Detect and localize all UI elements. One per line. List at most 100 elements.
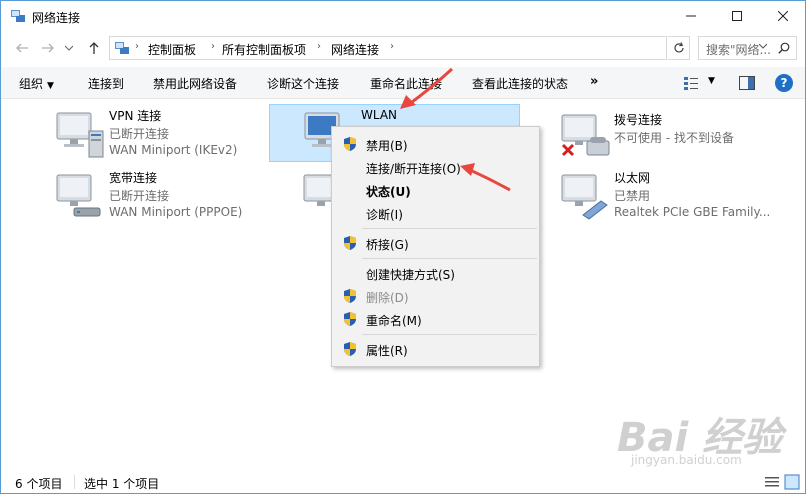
help-icon[interactable]: ? <box>775 74 793 92</box>
menu-item-diagnose[interactable]: 诊断(I) <box>332 202 539 224</box>
menu-separator <box>362 228 537 229</box>
back-arrow-icon <box>16 43 28 53</box>
connection-name: 拨号连接 <box>614 113 663 127</box>
large-icons-view-icon[interactable] <box>784 474 800 490</box>
refresh-icon <box>673 42 684 53</box>
menu-item-connect-disconnect[interactable]: 连接/断开连接(O) <box>332 156 539 178</box>
search-box[interactable]: 搜索"网络... <box>698 36 797 60</box>
connection-name: VPN 连接 <box>109 109 162 123</box>
caret-down-icon: ▼ <box>47 81 54 91</box>
breadcrumb-network-connections[interactable]: 网络连接 <box>331 41 379 58</box>
search-placeholder: 搜索"网络... <box>706 43 771 57</box>
disable-device-button[interactable]: 禁用此网络设备 <box>153 75 237 92</box>
change-view-icon[interactable] <box>683 75 699 91</box>
up-button[interactable] <box>85 39 103 57</box>
organize-menu[interactable]: 组织 ▼ <box>19 75 54 92</box>
connection-device: WAN Miniport (PPPOE) <box>109 205 243 219</box>
status-bar: 6 个项目 选中 1 个项目 <box>1 471 805 493</box>
diagnose-connection-button[interactable]: 诊断这个连接 <box>267 75 339 92</box>
broadband-connection-icon <box>56 174 101 217</box>
close-button[interactable] <box>760 1 806 31</box>
minimize-button[interactable] <box>668 1 714 31</box>
organize-label: 组织 <box>19 77 44 91</box>
baidu-watermark: Bai 经验 jingyan.baidu.com <box>617 405 782 475</box>
forward-button[interactable] <box>39 39 57 57</box>
up-arrow-icon <box>89 42 99 54</box>
details-view-icon[interactable] <box>764 474 780 490</box>
uac-shield-icon <box>344 289 356 303</box>
connection-item-ethernet[interactable]: 以太网 已禁用 Realtek PCIe GBE Family... <box>561 169 801 227</box>
rename-connection-button[interactable]: 重命名此连接 <box>370 75 442 92</box>
breadcrumb-separator-icon: › <box>135 41 139 52</box>
address-bar[interactable]: › 控制面板 › 所有控制面板项 › 网络连接 › <box>109 36 768 60</box>
connection-item-dialup[interactable]: 拨号连接 不可使用 - 找不到设备 <box>561 111 801 169</box>
network-connections-window: 网络连接 › 控制面板 › 所有控制面板项 › 网络连接 › 搜索"网络... … <box>0 0 806 494</box>
uac-shield-icon <box>344 236 356 250</box>
maximize-button[interactable] <box>714 1 760 31</box>
window-title: 网络连接 <box>32 11 81 25</box>
menu-item-properties[interactable]: 属性(R) <box>332 338 539 360</box>
menu-item-label: 禁用(B) <box>366 139 408 153</box>
control-panel-icon <box>115 42 129 54</box>
dialup-connection-icon <box>561 114 610 157</box>
menu-item-label: 重命名(M) <box>366 314 422 328</box>
connection-device: Realtek PCIe GBE Family... <box>614 205 771 219</box>
view-options-dropdown[interactable]: ▼ <box>708 76 715 86</box>
address-row: › 控制面板 › 所有控制面板项 › 网络连接 › 搜索"网络... <box>1 32 805 64</box>
uac-shield-icon <box>344 137 356 151</box>
forward-arrow-icon <box>42 43 54 53</box>
search-icon <box>778 42 790 54</box>
command-bar: 组织 ▼ 连接到 禁用此网络设备 诊断这个连接 重命名此连接 查看此连接的状态 »… <box>1 67 805 99</box>
uac-shield-icon <box>344 342 356 356</box>
menu-item-delete: 删除(D) <box>332 285 539 307</box>
uac-shield-icon <box>344 312 356 326</box>
menu-separator <box>362 334 537 335</box>
connect-to-button[interactable]: 连接到 <box>88 75 124 92</box>
refresh-button[interactable] <box>668 36 690 60</box>
ethernet-connection-icon <box>561 174 608 220</box>
connection-status: 已禁用 <box>614 189 651 203</box>
connection-name: 以太网 <box>614 171 651 185</box>
recent-locations-button[interactable] <box>63 39 75 57</box>
view-status-button[interactable]: 查看此连接的状态 <box>472 75 568 92</box>
menu-item-label: 诊断(I) <box>366 208 403 222</box>
connection-item-hidden[interactable] <box>303 169 339 227</box>
menu-item-bridge[interactable]: 桥接(G) <box>332 232 539 254</box>
menu-item-create-shortcut[interactable]: 创建快捷方式(S) <box>332 262 539 284</box>
menu-item-label: 创建快捷方式(S) <box>366 268 455 282</box>
preview-pane-icon[interactable] <box>739 75 755 91</box>
connection-status: 已断开连接 <box>109 127 170 141</box>
breadcrumb-separator-icon: › <box>390 41 394 52</box>
breadcrumb-all-items[interactable]: 所有控制面板项 <box>222 41 306 58</box>
breadcrumb-control-panel[interactable]: 控制面板 <box>148 41 196 58</box>
menu-item-label: 删除(D) <box>366 291 409 305</box>
connection-name: 宽带连接 <box>109 171 158 185</box>
title-bar: 网络连接 <box>1 1 805 31</box>
breadcrumb-separator-icon: › <box>317 41 321 52</box>
menu-separator <box>362 258 537 259</box>
menu-item-label: 桥接(G) <box>366 238 409 252</box>
selected-count: 选中 1 个项目 <box>84 477 160 491</box>
menu-item-rename[interactable]: 重命名(M) <box>332 308 539 330</box>
menu-item-label: 状态(U) <box>366 185 411 199</box>
connection-item-vpn[interactable]: VPN 连接 已断开连接 WAN Miniport (IKEv2) <box>56 107 296 165</box>
menu-item-disable[interactable]: 禁用(B) <box>332 133 539 155</box>
maximize-icon <box>732 11 742 21</box>
watermark-url: jingyan.baidu.com <box>631 453 742 467</box>
back-button[interactable] <box>13 39 31 57</box>
breadcrumb-separator-icon: › <box>211 41 215 52</box>
connection-item-broadband[interactable]: 宽带连接 已断开连接 WAN Miniport (PPPOE) <box>56 169 296 227</box>
connection-name: WLAN <box>361 108 398 122</box>
connection-device: WAN Miniport (IKEv2) <box>109 143 238 157</box>
menu-item-status[interactable]: 状态(U) <box>332 179 539 201</box>
connection-status: 不可使用 - 找不到设备 <box>614 131 734 145</box>
connection-status: 已断开连接 <box>109 189 170 203</box>
minimize-icon <box>686 15 696 17</box>
vpn-connection-icon <box>56 112 104 158</box>
more-commands-button[interactable]: » <box>590 74 598 89</box>
chevron-down-icon <box>65 45 73 51</box>
close-icon <box>778 11 788 21</box>
menu-item-label: 连接/断开连接(O) <box>366 162 461 176</box>
watermark-logo: Bai 经验 <box>617 415 783 461</box>
status-divider <box>74 475 75 489</box>
